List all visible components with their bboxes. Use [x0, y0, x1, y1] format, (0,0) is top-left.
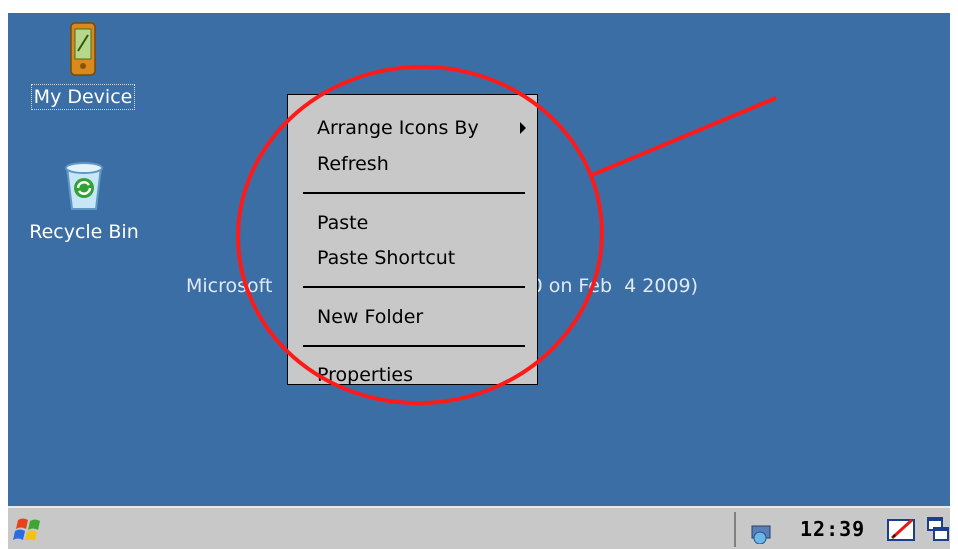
menu-item-label: Arrange Icons By	[317, 117, 479, 139]
desktop-icon-label: My Device	[30, 84, 136, 110]
recycle-bin-icon	[65, 162, 103, 210]
desktop-icon-my-device[interactable]: My Device	[20, 21, 146, 110]
pda-device-icon	[70, 22, 96, 76]
windows-icon[interactable]	[926, 516, 950, 544]
menu-item-paste[interactable]: Paste	[317, 210, 368, 236]
context-menu: Arrange Icons By Refresh Paste Paste Sho…	[287, 94, 538, 388]
submenu-arrow-icon	[520, 122, 526, 134]
system-tray: 12:39	[734, 512, 950, 547]
menu-item-label: Paste	[317, 212, 369, 234]
menu-item-refresh[interactable]: Refresh	[317, 151, 389, 177]
menu-separator	[303, 286, 525, 288]
pen-input-icon[interactable]	[886, 516, 916, 544]
taskbar: 12:39	[8, 506, 950, 549]
desktop: My Device Recycle Bin Microsoft uild 0 o…	[8, 13, 950, 549]
clock[interactable]: 12:39	[800, 517, 865, 541]
desktop-icon-label: Recycle Bin	[29, 221, 139, 243]
menu-item-label: Refresh	[317, 153, 389, 175]
menu-item-properties[interactable]: Properties	[317, 362, 413, 388]
menu-item-arrange-icons-by[interactable]: Arrange Icons By	[317, 115, 479, 141]
menu-item-label: Paste Shortcut	[317, 247, 456, 269]
menu-item-new-folder[interactable]: New Folder	[317, 304, 423, 330]
windows-flag-icon[interactable]	[12, 514, 48, 546]
desktop-icon-recycle-bin[interactable]: Recycle Bin	[14, 159, 154, 244]
menu-item-label: Properties	[317, 364, 414, 386]
menu-item-label: New Folder	[317, 306, 424, 328]
menu-item-paste-shortcut[interactable]: Paste Shortcut	[317, 245, 455, 271]
menu-separator	[303, 192, 525, 194]
menu-separator	[303, 345, 525, 347]
network-icon[interactable]	[750, 520, 778, 544]
